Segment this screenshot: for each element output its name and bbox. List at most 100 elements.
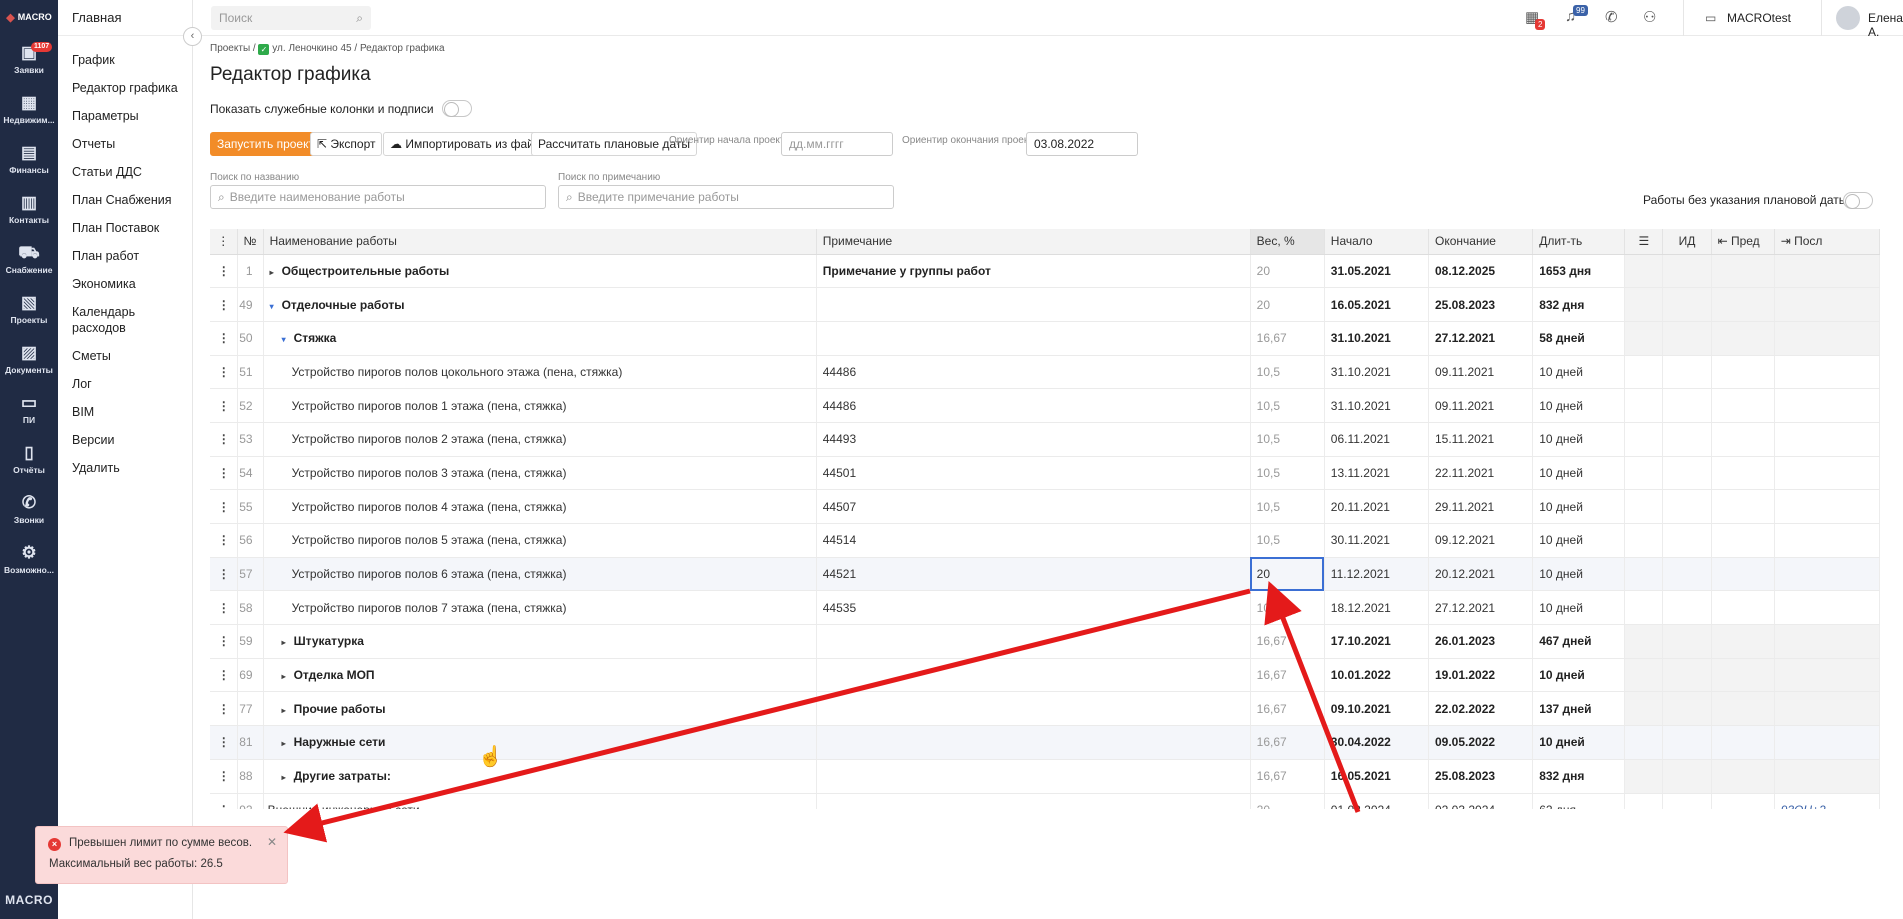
note-cell[interactable] xyxy=(816,658,1251,693)
expand-caret-icon[interactable]: ▸ xyxy=(282,773,294,782)
sidebar-item[interactable]: Календарь расходов xyxy=(58,304,138,336)
end-date-cell[interactable]: 09.11.2021 xyxy=(1428,355,1534,390)
col-prev[interactable]: ⇤ Пред xyxy=(1711,229,1775,255)
note-cell[interactable] xyxy=(816,624,1251,659)
duration-cell[interactable]: 10 дней xyxy=(1532,456,1626,491)
col-end[interactable]: Окончание xyxy=(1428,229,1534,255)
table-row[interactable]: ⋮ 1 ▸ Общестроительные работы Примечание у г… xyxy=(210,254,1881,289)
table-row[interactable]: ⋮ 53 Устройство пирогов полов 2 этажа (пен… xyxy=(210,422,1881,457)
weight-cell[interactable]: 20 xyxy=(1250,287,1325,322)
table-row[interactable]: ⋮ 59 ▸ Штукатурка 16,67 17.10.2021 26.01.2023 4… xyxy=(210,624,1881,659)
weight-cell[interactable]: 16,67 xyxy=(1250,725,1325,760)
weight-cell[interactable]: 16,67 xyxy=(1250,658,1325,693)
start-date-cell[interactable]: 10.01.2022 xyxy=(1324,658,1430,693)
company-name[interactable]: MACROtest xyxy=(1727,11,1791,25)
expand-caret-icon[interactable]: ▸ xyxy=(282,706,294,715)
sidebar-item[interactable]: План Поставок xyxy=(58,220,192,236)
weight-cell[interactable]: 16,67 xyxy=(1250,759,1325,794)
row-menu-icon[interactable]: ⋮ xyxy=(210,422,238,457)
table-row[interactable]: ⋮ 88 ▸ Другие затраты: 16,67 16.05.2021 25.08.… xyxy=(210,759,1881,794)
note-cell[interactable] xyxy=(816,725,1251,760)
weight-cell[interactable]: 10,5 xyxy=(1250,523,1325,558)
table-row[interactable]: ⋮ 57 Устройство пирогов полов 6 этажа (пен… xyxy=(210,557,1881,592)
col-start[interactable]: Начало xyxy=(1324,229,1430,255)
table-row[interactable]: ⋮ 58 Устройство пирогов полов 7 этажа (пен… xyxy=(210,590,1881,626)
row-menu-icon[interactable]: ⋮ xyxy=(210,793,238,809)
duration-cell[interactable]: 467 дней xyxy=(1532,624,1626,659)
start-date-cell[interactable]: 09.10.2021 xyxy=(1324,691,1430,727)
export-button[interactable]: ⇱ Экспорт xyxy=(310,132,383,156)
rail-item[interactable]: ⚙ Возможно... xyxy=(0,534,58,584)
work-name-cell[interactable]: Устройство пирогов полов 1 этажа (пена, … xyxy=(263,388,817,423)
duration-cell[interactable]: 10 дней xyxy=(1532,388,1626,423)
expand-caret-icon[interactable]: ▸ xyxy=(282,638,294,647)
row-menu-icon[interactable]: ⋮ xyxy=(210,658,238,693)
duration-cell[interactable]: 10 дней xyxy=(1532,355,1626,390)
row-menu-icon[interactable]: ⋮ xyxy=(210,388,238,423)
header-menu-icon[interactable]: ⋮ xyxy=(210,229,238,255)
col-next[interactable]: ⇥ Посл xyxy=(1774,229,1881,255)
rail-item[interactable]: ▤ Финансы xyxy=(0,134,58,184)
sidebar-item[interactable]: Удалить xyxy=(58,460,192,476)
col-no[interactable]: № xyxy=(237,229,264,255)
start-date-cell[interactable]: 18.12.2021 xyxy=(1324,590,1430,626)
collapse-caret-icon[interactable]: ▾ xyxy=(270,302,282,311)
sidebar-item[interactable]: BIM xyxy=(58,404,192,420)
sidebar-item[interactable]: Экономика xyxy=(58,276,192,292)
work-name-cell[interactable]: ▸ Наружные сети xyxy=(263,725,817,760)
rail-logo[interactable]: ◆ MACRO xyxy=(0,0,58,34)
weight-cell[interactable]: 10,5 xyxy=(1250,355,1325,390)
start-date-cell[interactable]: 30.04.2022 xyxy=(1324,725,1430,760)
end-date-cell[interactable]: 09.05.2022 xyxy=(1428,725,1534,760)
col-note[interactable]: Примечание xyxy=(816,229,1251,255)
import-button[interactable]: ☁ Импортировать из файла xyxy=(383,132,555,156)
weight-cell-selected[interactable]: 20 xyxy=(1250,557,1325,592)
end-date-cell[interactable]: 22.11.2021 xyxy=(1428,456,1534,491)
weight-cell[interactable]: 10,5 xyxy=(1250,590,1325,626)
table-row[interactable]: ⋮ 55 Устройство пирогов полов 4 этажа (пен… xyxy=(210,489,1881,524)
table-row[interactable]: ⋮ 77 ▸ Прочие работы 16,67 09.10.2021 22.02.20… xyxy=(210,691,1881,727)
col-duration[interactable]: Длит-ть xyxy=(1532,229,1626,255)
start-date-cell[interactable]: 30.11.2021 xyxy=(1324,523,1430,558)
duration-cell[interactable]: 10 дней xyxy=(1532,489,1626,524)
duration-cell[interactable]: 10 дней xyxy=(1532,590,1626,626)
row-menu-icon[interactable]: ⋮ xyxy=(210,523,238,558)
row-menu-icon[interactable]: ⋮ xyxy=(210,759,238,794)
users-icon[interactable]: ⚇ xyxy=(1643,8,1656,26)
note-cell[interactable] xyxy=(816,321,1251,356)
start-date-input[interactable]: дд.мм.гггг xyxy=(781,132,893,156)
duration-cell[interactable]: 10 дней xyxy=(1532,725,1626,760)
end-date-cell[interactable]: 27.12.2021 xyxy=(1428,590,1534,626)
phone-icon[interactable]: ✆ xyxy=(1605,8,1618,26)
table-row[interactable]: ⋮ 50 ▾ Стяжка 16,67 31.10.2021 27.12.2021 58 дн… xyxy=(210,321,1881,356)
row-menu-icon[interactable]: ⋮ xyxy=(210,254,238,289)
work-name-cell[interactable]: Устройство пирогов полов 7 этажа (пена, … xyxy=(263,590,817,626)
work-name-cell[interactable]: Устройство пирогов полов 6 этажа (пена, … xyxy=(263,557,817,592)
table-row[interactable]: ⋮ 49 ▾ Отделочные работы 20 16.05.2021 25.08.2… xyxy=(210,287,1881,322)
no-date-toggle[interactable] xyxy=(1843,192,1873,209)
duration-cell[interactable]: 832 дня xyxy=(1532,759,1626,794)
expand-caret-icon[interactable]: ▸ xyxy=(270,268,282,277)
start-date-cell[interactable]: 31.05.2021 xyxy=(1324,254,1430,289)
duration-cell[interactable]: 832 дня xyxy=(1532,287,1626,322)
global-search-input[interactable]: Поиск ⌕ xyxy=(211,6,371,30)
start-date-cell[interactable]: 01.02.2024 xyxy=(1324,793,1430,809)
table-row[interactable]: ⋮ 56 Устройство пирогов полов 5 этажа (пен… xyxy=(210,523,1881,558)
end-date-cell[interactable]: 20.12.2021 xyxy=(1428,557,1534,592)
next-link-cell[interactable]: 93ОН+2 xyxy=(1774,793,1881,809)
table-row[interactable]: ⋮ 81 ▸ Наружные сети 16,67 30.04.2022 09.05.20… xyxy=(210,725,1881,760)
end-date-cell[interactable]: 29.11.2021 xyxy=(1428,489,1534,524)
note-cell[interactable]: 44507 xyxy=(816,489,1251,524)
duration-cell[interactable]: 1653 дня xyxy=(1532,254,1626,289)
rail-item[interactable]: ▨ Документы xyxy=(0,334,58,384)
note-cell[interactable] xyxy=(816,287,1251,322)
sidebar-item[interactable]: Параметры xyxy=(58,108,192,124)
weight-cell[interactable]: 16,67 xyxy=(1250,624,1325,659)
start-date-cell[interactable]: 17.10.2021 xyxy=(1324,624,1430,659)
breadcrumb-projects[interactable]: Проекты xyxy=(210,43,250,54)
start-date-cell[interactable]: 16.05.2021 xyxy=(1324,759,1430,794)
sidebar-item[interactable]: Статьи ДДС xyxy=(58,164,192,180)
sidebar-item[interactable]: Сметы xyxy=(58,348,192,364)
row-menu-icon[interactable]: ⋮ xyxy=(210,725,238,760)
note-cell[interactable] xyxy=(816,793,1251,809)
